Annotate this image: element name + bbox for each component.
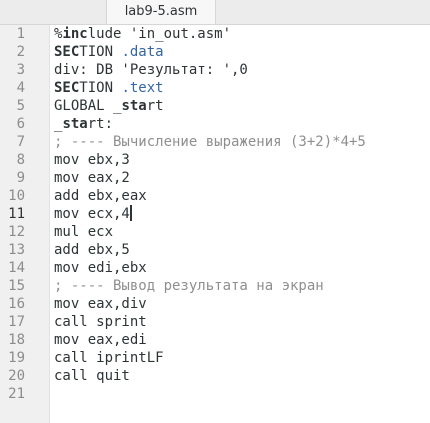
code-line[interactable]: mov eax,edi <box>54 331 426 349</box>
code-text: TION <box>79 44 122 60</box>
code-text: GLOBAL _ <box>54 98 122 114</box>
code-text: mul ecx <box>54 224 114 240</box>
code-text: mov eax,edi <box>54 332 147 348</box>
code-text: mov ebx,3 <box>54 152 130 168</box>
code-comment: ; ---- Вычисление выражения (3+2)*4+5 <box>54 134 366 150</box>
line-number: 9 <box>16 170 25 186</box>
code-line[interactable]: div: DB 'Результат: ',0 <box>54 61 426 79</box>
code-line[interactable]: SECTION .text <box>54 79 426 97</box>
line-number: 12 <box>8 224 25 240</box>
tab-lab9-5-asm[interactable]: lab9-5.asm <box>106 0 216 24</box>
code-text: mov eax,div <box>54 296 147 312</box>
line-number: 3 <box>16 62 25 78</box>
line-number: 7 <box>16 134 25 150</box>
text-cursor <box>129 205 132 221</box>
line-number: 14 <box>8 260 25 276</box>
code-line[interactable]: _start: <box>54 115 426 133</box>
code-line[interactable]: mov eax,div <box>54 295 426 313</box>
code-section-name: .text <box>121 80 164 96</box>
line-number: 5 <box>16 98 25 114</box>
code-keyword-highlight: inc <box>62 26 88 42</box>
code-text: mov eax,2 <box>54 170 130 186</box>
code-line[interactable]: add ebx,eax <box>54 187 426 205</box>
code-line[interactable]: ; ---- Вывод результата на экран <box>54 277 426 295</box>
code-line[interactable]: add ebx,5 <box>54 241 426 259</box>
tab-bar: lab9-5.asm <box>0 0 430 25</box>
code-line[interactable]: mov edi,ebx <box>54 259 426 277</box>
tab-title: lab9-5.asm <box>124 4 198 19</box>
line-number: 10 <box>8 188 25 204</box>
code-text: rt: <box>87 116 114 132</box>
line-number: 16 <box>8 296 25 312</box>
code-text: call iprintLF <box>54 350 164 366</box>
code-text: TION <box>79 80 122 96</box>
line-number: 2 <box>16 44 25 60</box>
code-editor-area[interactable]: %include 'in_out.asm' SECTION .data div: D… <box>54 25 426 423</box>
text-editor-window: lab9-5.asm 1 2 3 4 5 6 7 8 9 10 11 12 13 14 15 16 17 18 19… <box>0 0 430 423</box>
code-keyword-highlight: sta <box>121 98 147 114</box>
code-text: mov ecx,4 <box>54 206 130 222</box>
code-keyword-highlight: SEC <box>54 44 80 60</box>
code-keyword-highlight: SEC <box>54 80 80 96</box>
code-section-name: .data <box>121 44 164 60</box>
code-text: mov edi,ebx <box>54 260 147 276</box>
line-number: 8 <box>16 152 25 168</box>
code-text: call quit <box>54 368 130 384</box>
code-text: call sprint <box>54 314 147 330</box>
line-number: 18 <box>8 332 25 348</box>
code-line[interactable]: call sprint <box>54 313 426 331</box>
line-number: 19 <box>8 350 25 366</box>
line-number: 4 <box>16 80 25 96</box>
code-line[interactable]: call iprintLF <box>54 349 426 367</box>
line-number: 15 <box>8 278 25 294</box>
code-comment: ; ---- Вывод результата на экран <box>54 278 324 294</box>
code-line[interactable]: %include 'in_out.asm' <box>54 25 426 43</box>
code-line[interactable]: SECTION .data <box>54 43 426 61</box>
code-keyword-highlight: sta <box>62 116 88 132</box>
code-text: rt <box>146 98 164 114</box>
code-line[interactable]: mov ecx,4 <box>54 205 426 223</box>
line-number: 21 <box>8 386 25 402</box>
code-line[interactable]: GLOBAL _start <box>54 97 426 115</box>
code-text: add ebx,eax <box>54 188 147 204</box>
line-number: 13 <box>8 242 25 258</box>
code-line[interactable]: ; ---- Вычисление выражения (3+2)*4+5 <box>54 133 426 151</box>
line-number: 11 <box>8 206 25 222</box>
line-number: 6 <box>16 116 25 132</box>
code-text: add ebx,5 <box>54 242 130 258</box>
code-line[interactable]: mul ecx <box>54 223 426 241</box>
code-text: div: DB 'Результат: ',0 <box>54 62 248 78</box>
line-number: 17 <box>8 314 25 330</box>
code-text: lude 'in_out.asm' <box>87 26 232 42</box>
line-number: 1 <box>16 26 25 42</box>
line-number: 20 <box>8 368 25 384</box>
code-line[interactable]: mov ebx,3 <box>54 151 426 169</box>
line-number-gutter: 1 2 3 4 5 6 7 8 9 10 11 12 13 14 15 16 17 18 19 20 21 <box>0 25 50 423</box>
code-line[interactable] <box>54 385 426 403</box>
code-line[interactable]: mov eax,2 <box>54 169 426 187</box>
code-line[interactable]: call quit <box>54 367 426 385</box>
